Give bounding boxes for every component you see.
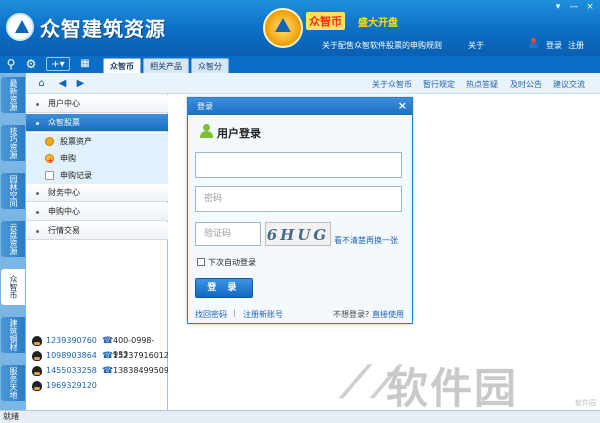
nav-link-feedback[interactable]: 建议交流 (553, 79, 585, 90)
direct-use-link[interactable]: 直接使用 (372, 309, 404, 320)
app-logo (6, 13, 34, 41)
record-icon (45, 171, 54, 180)
submenu-label: 股票资产 (60, 137, 92, 146)
status-bar: 就绪 (0, 410, 600, 423)
home-icon[interactable]: ⌂ (35, 77, 48, 90)
captcha-image[interactable]: 6HUG (265, 222, 331, 246)
title-bar: 众智建筑资源 众智币 盛大开盘 关于配售众智软件股票的申购规则 关于 登录 注册… (0, 0, 600, 56)
qq-icon (32, 351, 42, 361)
search-icon[interactable]: ⚲ (4, 57, 18, 71)
qq-icon (32, 336, 42, 346)
register-new-account-link[interactable]: 注册新账号 (243, 309, 283, 320)
vtab-zhongzhibi[interactable]: 众智币 (1, 269, 25, 305)
vtab-skill-resources[interactable]: 技巧资源 (1, 125, 25, 161)
vtab-building-steel[interactable]: 建筑钢材 (1, 317, 25, 353)
vtab-latest-resources[interactable]: 最新资源 (1, 77, 25, 113)
grid-icon[interactable]: ▦ (78, 57, 92, 71)
about-link[interactable]: 关于 (468, 40, 484, 51)
qq-icon (32, 366, 42, 376)
phone-number: 13838499509 (113, 366, 169, 375)
coin-icon (45, 137, 54, 146)
close-window-button[interactable]: × (584, 2, 596, 13)
dialog-header: 登录 × (188, 98, 412, 115)
nav-bar: ⌂ ◀ ▶ 关于众智币 暂行规定 热点答疑 及时公告 建议交流 (26, 73, 600, 94)
nav-link-faq[interactable]: 热点答疑 (466, 79, 498, 90)
add-icon[interactable]: +▾ (46, 57, 70, 71)
vertical-tab-bar: 最新资源 技巧资源 园林空间 云盘资源 众智币 建筑钢材 服务天地 (0, 73, 26, 410)
register-link[interactable]: 注册 (568, 40, 584, 51)
phone-icon: ☎ (102, 351, 114, 361)
captcha-field[interactable] (195, 222, 261, 246)
nav-link-announcements[interactable]: 及时公告 (510, 79, 542, 90)
login-link[interactable]: 登录 (546, 40, 562, 51)
watermark-text: 软件园 (386, 364, 519, 413)
nav-link-about-coin[interactable]: 关于众智币 (372, 79, 412, 90)
window-controls: ▾ — × (552, 2, 596, 13)
qq-number[interactable]: 1239390760 (46, 334, 97, 348)
app-title: 众智建筑资源 (40, 17, 166, 41)
auto-login-checkbox[interactable] (197, 258, 205, 266)
user-avatar-icon (200, 124, 214, 138)
auto-login-label: 下次自动登录 (208, 258, 256, 267)
submenu-stock-assets[interactable]: 股票资产 (26, 133, 168, 150)
phone-icon: ☎ (102, 336, 114, 346)
tab-zhongzhibi[interactable]: 众智币 (103, 58, 141, 73)
submenu-apply[interactable]: 申购 (26, 150, 168, 169)
watermark-subtext: 软件园 (575, 399, 596, 407)
menu-stock[interactable]: 众智股票 (26, 114, 168, 132)
left-panel: 用户中心 众智股票 股票资产 申购 申购记录 财务中心 申购中心 行情交易 12… (26, 94, 169, 410)
login-button[interactable]: 登 录 (195, 278, 253, 298)
menu-dropdown-button[interactable]: ▾ (552, 2, 564, 13)
qq-number[interactable]: 1969329120 (46, 379, 97, 393)
gear-icon[interactable]: ⚙ (24, 57, 38, 71)
menu-user-center[interactable]: 用户中心 (26, 95, 168, 113)
qq-icon (32, 381, 42, 391)
watermark: ⟋⟋ 软件园 软件园 (330, 355, 600, 413)
password-field[interactable] (195, 186, 402, 212)
phone-number: 15237916012 (113, 351, 169, 360)
captcha-refresh-link[interactable]: 看不清楚再换一张 (334, 235, 398, 246)
close-icon[interactable]: × (398, 99, 407, 113)
link-separator: | (233, 308, 236, 317)
qq-number[interactable]: 1455033258 (46, 364, 97, 378)
submenu-label: 申购 (60, 154, 76, 163)
promo-title[interactable]: 众智币 (306, 12, 345, 30)
user-icon (528, 38, 539, 49)
back-arrow-icon[interactable]: ◀ (56, 77, 69, 90)
menu-apply-center[interactable]: 申购中心 (26, 203, 168, 221)
recover-password-link[interactable]: 找回密码 (195, 309, 227, 320)
nav-link-rules[interactable]: 暂行规定 (423, 79, 455, 90)
tab-zhongzhifen[interactable]: 众智分 (191, 58, 229, 73)
tab-related-products[interactable]: 相关产品 (143, 58, 189, 73)
contact-row: 1098903864 ☎ 15237916012 (32, 349, 169, 363)
menu-market-trading[interactable]: 行情交易 (26, 222, 168, 240)
submenu-label: 申购记录 (60, 171, 92, 180)
vtab-service[interactable]: 服务天地 (1, 365, 25, 401)
promo-badge-icon[interactable] (263, 8, 303, 48)
toolbar: ⚲ ⚙ +▾ ▦ 众智币 相关产品 众智分 (0, 56, 600, 73)
username-field[interactable] (195, 152, 402, 178)
status-text: 就绪 (3, 412, 19, 421)
promo-subtitle[interactable]: 盛大开盘 (358, 14, 398, 29)
dialog-title: 登录 (197, 102, 213, 111)
contact-row: 1455033258 ☎ 13838499509 (32, 364, 169, 378)
contact-row: 1969329120 (32, 379, 168, 393)
minimize-button[interactable]: — (568, 2, 580, 13)
qq-number[interactable]: 1098903864 (46, 349, 97, 363)
notice-link[interactable]: 关于配售众智软件股票的申购规则 (322, 40, 442, 51)
vtab-cloud-resources[interactable]: 云盘资源 (1, 221, 25, 257)
contact-row: 1239390760 ☎ 400-0998-933 (32, 334, 168, 359)
submenu-apply-records[interactable]: 申购记录 (26, 167, 168, 185)
menu-finance-center[interactable]: 财务中心 (26, 184, 168, 202)
no-login-text: 不想登录? (333, 310, 370, 319)
login-heading: 用户登录 (217, 127, 261, 140)
vtab-garden-space[interactable]: 园林空间 (1, 173, 25, 209)
forward-arrow-icon[interactable]: ▶ (74, 77, 87, 90)
apply-icon (45, 152, 54, 169)
login-dialog: 登录 × 用户登录 6HUG 看不清楚再换一张 下次自动登录 登 录 找回密码 … (187, 97, 413, 324)
phone-icon: ☎ (102, 366, 114, 376)
